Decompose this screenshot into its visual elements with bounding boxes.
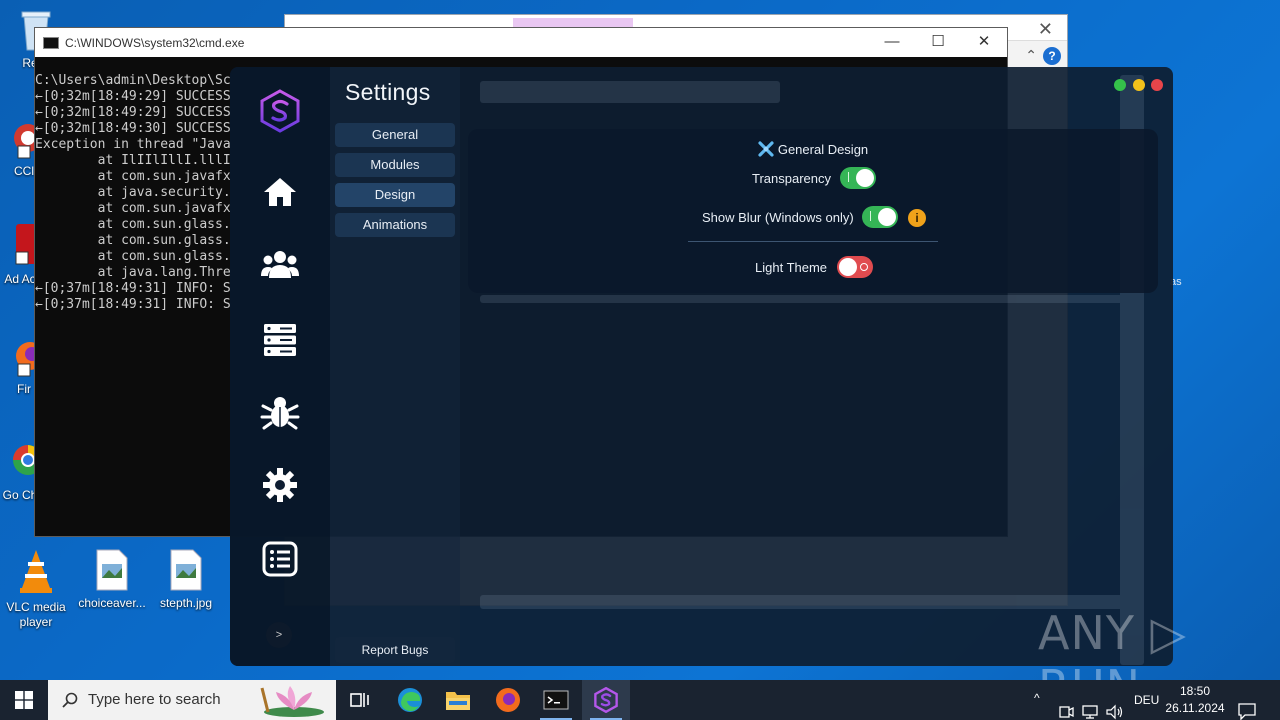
cmd-line: at java.security. bbox=[35, 185, 231, 200]
transparency-toggle[interactable] bbox=[840, 167, 876, 189]
taskbar-settings-app[interactable] bbox=[582, 680, 630, 720]
lotus-decoration-icon bbox=[260, 686, 324, 717]
gear-icon[interactable] bbox=[260, 465, 300, 505]
cmd-line: at com.sun.javafx bbox=[35, 201, 231, 216]
cmd-line: ←[0;32m[18:49:30] SUCCESS bbox=[35, 121, 231, 136]
volume-icon[interactable] bbox=[1106, 692, 1124, 720]
tab-animations[interactable]: Animations bbox=[335, 213, 455, 237]
task-view-icon bbox=[350, 693, 369, 707]
start-button[interactable] bbox=[0, 680, 48, 720]
taskbar-search-box[interactable]: Type here to search bbox=[48, 680, 336, 720]
task-view-button[interactable] bbox=[336, 680, 384, 720]
network-icon[interactable] bbox=[1082, 692, 1098, 720]
desktop-icon-label: VLC media player bbox=[6, 600, 66, 629]
terminal-icon bbox=[543, 690, 569, 710]
minimize-dot-button[interactable] bbox=[1133, 79, 1145, 91]
tab-general[interactable]: General bbox=[335, 123, 455, 147]
chevron-up-icon[interactable]: ⌃ bbox=[1025, 47, 1037, 64]
cmd-line: C:\Users\admin\Desktop\Sc bbox=[35, 73, 231, 88]
close-button[interactable]: ✕ bbox=[961, 31, 1007, 53]
panel-header: General Design bbox=[468, 141, 1158, 157]
cmd-line: ←[0;32m[18:49:29] SUCCESS bbox=[35, 89, 231, 104]
desktop-icon-stepth[interactable]: stepth.jpg bbox=[148, 548, 224, 611]
panel-title: General Design bbox=[777, 142, 869, 157]
image-file-icon bbox=[170, 549, 202, 591]
help-icon[interactable]: ? bbox=[1043, 47, 1061, 65]
cmd-line: at com.sun.glass. bbox=[35, 233, 231, 248]
report-bugs-button[interactable]: Report Bugs bbox=[335, 637, 455, 663]
image-file-icon bbox=[96, 549, 128, 591]
edge-icon bbox=[398, 688, 422, 712]
close-dot-button[interactable] bbox=[1151, 79, 1163, 91]
desktop-icon-label: CCl bbox=[14, 164, 34, 178]
folder-icon bbox=[446, 692, 470, 710]
cmd-line: at com.sun.javafx bbox=[35, 169, 231, 184]
language-indicator[interactable]: DEU bbox=[1134, 693, 1159, 720]
taskbar-firefox[interactable] bbox=[484, 680, 532, 720]
cmd-line: at com.sun.glass. bbox=[35, 217, 231, 232]
home-icon[interactable] bbox=[260, 172, 300, 212]
clock-time: 18:50 bbox=[1179, 684, 1211, 698]
search-icon bbox=[62, 692, 78, 708]
maximize-button[interactable]: ☐ bbox=[915, 31, 961, 53]
tab-design[interactable]: Design bbox=[335, 183, 455, 207]
app-logo-icon[interactable] bbox=[260, 89, 300, 133]
taskbar-clock[interactable]: 18:50 26.11.2024 bbox=[1160, 683, 1230, 717]
maximize-dot-button[interactable] bbox=[1114, 79, 1126, 91]
cmd-line: at IlIIlIllI.lllI bbox=[35, 153, 231, 168]
light-theme-toggle[interactable] bbox=[837, 256, 873, 278]
info-icon[interactable]: i bbox=[908, 209, 926, 227]
desktop-icon-label: Fir bbox=[17, 382, 31, 396]
cmd-titlebar[interactable]: C:\WINDOWS\system32\cmd.exe — ☐ ✕ bbox=[35, 28, 1007, 57]
desktop-icon-label: choiceaver... bbox=[78, 596, 146, 610]
clock-date: 26.11.2024 bbox=[1165, 701, 1225, 715]
divider bbox=[688, 241, 938, 242]
firefox-icon bbox=[496, 688, 520, 712]
tab-modules[interactable]: Modules bbox=[335, 153, 455, 177]
notifications-icon[interactable] bbox=[1238, 691, 1256, 720]
taskbar: Type here to search ^ DEU 18:50 26.11.20… bbox=[0, 680, 1280, 720]
cmd-icon bbox=[43, 37, 59, 49]
light-theme-label: Light Theme bbox=[755, 260, 828, 275]
windows-logo-icon bbox=[15, 691, 33, 709]
expand-nav-button[interactable]: > bbox=[266, 622, 292, 648]
show-blur-label: Show Blur (Windows only) bbox=[702, 210, 854, 225]
cmd-line: at java.lang.Thre bbox=[35, 265, 231, 280]
taskbar-edge[interactable] bbox=[386, 680, 434, 720]
cmd-line: Exception in thread "Java bbox=[35, 137, 231, 152]
desktop-icon-label: stepth.jpg bbox=[159, 596, 213, 610]
cmd-line: ←[0;37m[18:49:31] INFO: S bbox=[35, 297, 231, 312]
search-placeholder: Type here to search bbox=[88, 691, 221, 708]
cmd-line: at com.sun.glass. bbox=[35, 249, 231, 264]
page-title: Settings bbox=[345, 79, 431, 105]
list-icon[interactable] bbox=[260, 539, 300, 579]
close-icon[interactable]: ✕ bbox=[1038, 19, 1053, 40]
users-icon[interactable] bbox=[260, 245, 300, 285]
app-logo-icon bbox=[594, 687, 618, 713]
transparency-label: Transparency bbox=[752, 171, 831, 186]
taskbar-cmd[interactable] bbox=[532, 680, 580, 720]
taskbar-file-explorer[interactable] bbox=[434, 680, 482, 720]
chevron-up-icon[interactable]: ^ bbox=[1034, 691, 1040, 720]
design-tools-icon bbox=[758, 141, 774, 157]
vlc-icon bbox=[20, 550, 52, 593]
show-blur-toggle[interactable] bbox=[862, 206, 898, 228]
desktop-icon-choiceaver[interactable]: choiceaver... bbox=[74, 548, 150, 611]
cmd-title: C:\WINDOWS\system32\cmd.exe bbox=[65, 36, 245, 50]
nav-rail: > bbox=[230, 67, 330, 666]
server-icon[interactable] bbox=[260, 320, 300, 360]
bug-icon[interactable] bbox=[260, 392, 300, 432]
settings-app-window[interactable]: > Settings General Modules Design Animat… bbox=[230, 67, 1173, 666]
desktop-icon-vlc[interactable]: VLC media player bbox=[0, 548, 74, 630]
minimize-button[interactable]: — bbox=[869, 31, 915, 53]
meet-now-icon[interactable] bbox=[1058, 692, 1074, 720]
cmd-line: ←[0;37m[18:49:31] INFO: S bbox=[35, 281, 231, 296]
cmd-line: ←[0;32m[18:49:29] SUCCESS bbox=[35, 105, 231, 120]
